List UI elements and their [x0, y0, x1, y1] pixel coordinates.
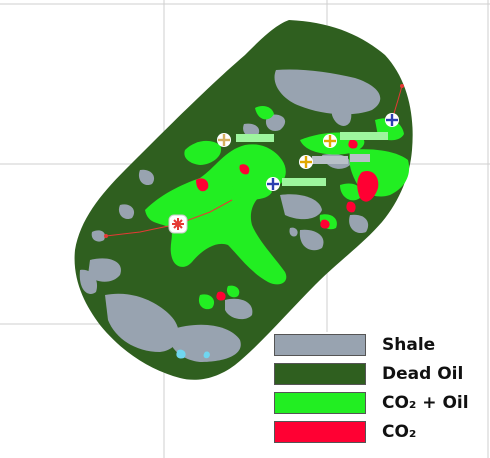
legend-label-dead-oil: Dead Oil: [382, 364, 464, 384]
legend-label-co2-oil: CO₂ + Oil: [382, 393, 469, 413]
well-endpoint: [104, 234, 108, 238]
producer-marker[interactable]: [385, 113, 399, 127]
injector-marker[interactable]: [168, 214, 188, 234]
observation-marker[interactable]: [217, 133, 231, 147]
well-endpoint: [400, 84, 404, 88]
producer-marker[interactable]: [266, 177, 280, 191]
legend-item-dead-oil: Dead Oil: [270, 361, 486, 390]
map-legend: Shale Dead Oil CO₂ + Oil CO₂: [270, 332, 486, 448]
legend-label-co2: CO₂: [382, 422, 417, 442]
legend-item-co2: CO₂: [270, 419, 486, 448]
observation-marker[interactable]: [323, 134, 337, 148]
legend-item-co2-oil: CO₂ + Oil: [270, 390, 486, 419]
legend-swatch-shale: [274, 334, 366, 356]
legend-item-shale: Shale: [270, 332, 486, 361]
legend-swatch-co2: [274, 421, 366, 443]
observation-marker[interactable]: [299, 155, 313, 169]
legend-swatch-co2-oil: [274, 392, 366, 414]
legend-label-shale: Shale: [382, 335, 436, 355]
legend-swatch-dead-oil: [274, 363, 366, 385]
